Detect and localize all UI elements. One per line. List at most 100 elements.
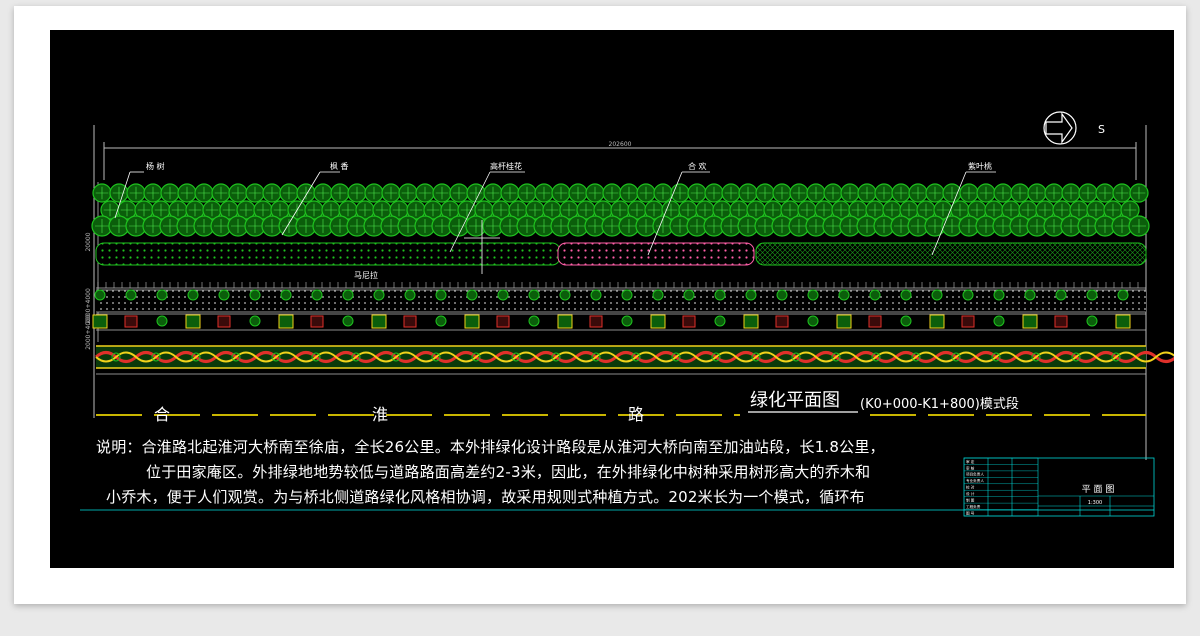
walkway-tree xyxy=(435,289,447,301)
tree-symbol xyxy=(228,183,248,203)
title-block-name: 平 面 图 xyxy=(1082,484,1115,495)
notes-line-3: 小乔木，便于人们观赏。为与桥北侧道路绿化风格相协调，故采用规则式种植方式。202… xyxy=(106,488,865,506)
strip-flower xyxy=(775,315,789,328)
walkway-tree xyxy=(497,289,509,301)
strip-shrub xyxy=(371,314,387,329)
notes-line-1: 说明：合淮路北起淮河大桥南至徐庙，全长26公里。本外排绿化设计路段是从淮河大桥向… xyxy=(96,438,885,456)
walkway-tree xyxy=(559,289,571,301)
tree-symbol xyxy=(364,183,384,203)
tree-symbol xyxy=(976,183,996,203)
tree-symbol xyxy=(619,183,639,203)
north-label: S xyxy=(1098,123,1105,136)
tree-symbol xyxy=(806,183,826,203)
strip-flower xyxy=(124,315,138,328)
strip-shrub xyxy=(92,314,108,329)
walkway-tree xyxy=(125,289,137,301)
walkway-tree xyxy=(249,289,261,301)
strip-flower xyxy=(1054,315,1068,328)
tree-symbol xyxy=(704,183,724,203)
walkway-tree xyxy=(94,289,106,301)
strip-shrub xyxy=(743,314,759,329)
fence-ticks xyxy=(96,282,1146,289)
walkway-tree xyxy=(714,289,726,301)
strip-tree xyxy=(435,315,447,327)
tree-symbol xyxy=(143,183,163,203)
tree-symbol xyxy=(925,183,945,203)
plant-label-osmanthus: 高杆桂花 xyxy=(490,161,522,171)
strip-shrub xyxy=(278,314,294,329)
walkway-tree xyxy=(683,289,695,301)
title-block: 平 面 图 1:300 xyxy=(963,457,1155,517)
tree-symbol xyxy=(177,183,197,203)
left-dim-3: 2000+4000 xyxy=(85,314,92,350)
left-dim-1: 20000 xyxy=(85,232,92,251)
strip-shrub xyxy=(185,314,201,329)
strip-tree xyxy=(528,315,540,327)
strip-tree xyxy=(621,315,633,327)
strip-shrub xyxy=(650,314,666,329)
tree-symbol xyxy=(1128,215,1150,237)
tree-symbol xyxy=(194,183,214,203)
strip-tree xyxy=(249,315,261,327)
walkway-tree xyxy=(993,289,1005,301)
tree-symbol xyxy=(1112,183,1132,203)
tree-symbol xyxy=(449,183,469,203)
tree-symbol xyxy=(330,183,350,203)
tree-symbol xyxy=(1027,183,1047,203)
strip-shrub xyxy=(929,314,945,329)
walkway-tree xyxy=(745,289,757,301)
title-block-row-label: 制 图 xyxy=(966,498,975,503)
north-arrow: S xyxy=(1043,111,1105,145)
image-frame: 202600 20000 2000+4000 2000+4000 S 杨 树 枫… xyxy=(14,6,1186,604)
tree-symbol xyxy=(772,183,792,203)
tree-symbol xyxy=(381,183,401,203)
road-char-1: 合 xyxy=(154,405,170,424)
strip-tree xyxy=(714,315,726,327)
plant-label-sweetgum: 枫 香 xyxy=(330,161,349,171)
strip-flower xyxy=(310,315,324,328)
walkway-tree xyxy=(373,289,385,301)
tree-symbol xyxy=(1010,183,1030,203)
dimension-text: 202600 xyxy=(609,141,632,148)
tree-symbol xyxy=(296,183,316,203)
plant-label-purple-peach: 紫叶桃 xyxy=(968,161,992,171)
tree-symbol xyxy=(1078,183,1098,203)
tree-symbol xyxy=(908,183,928,203)
strip-tree xyxy=(900,315,912,327)
tree-symbol xyxy=(687,183,707,203)
strip-tree xyxy=(156,315,168,327)
tree-symbol xyxy=(398,183,418,203)
walkway-tree xyxy=(280,289,292,301)
plant-label-poplar: 杨 树 xyxy=(146,161,165,171)
tree-symbol xyxy=(891,183,911,203)
wavy-hedge-band xyxy=(94,345,1174,369)
tree-symbol xyxy=(1095,183,1115,203)
tree-symbol xyxy=(500,183,520,203)
title-block-row-label: 专业负责人 xyxy=(966,478,984,483)
strip-tree xyxy=(807,315,819,327)
tree-symbol xyxy=(1129,183,1149,203)
strip-tree xyxy=(1086,315,1098,327)
strip-shrub xyxy=(464,314,480,329)
walkway-tree xyxy=(528,289,540,301)
tree-symbol xyxy=(160,183,180,203)
tree-symbol xyxy=(602,183,622,203)
strip-tree xyxy=(993,315,1005,327)
walkway-tree xyxy=(776,289,788,301)
strip-flower xyxy=(961,315,975,328)
strip-flower xyxy=(868,315,882,328)
tree-symbol xyxy=(789,183,809,203)
tree-symbol xyxy=(517,183,537,203)
strip-flower xyxy=(403,315,417,328)
tree-symbol xyxy=(432,183,452,203)
title-block-row-label: 设 计 xyxy=(966,491,975,496)
strip-shrub xyxy=(836,314,852,329)
walkway-tree xyxy=(869,289,881,301)
tree-symbol xyxy=(823,183,843,203)
walkway-tree xyxy=(807,289,819,301)
strip-shrub xyxy=(557,314,573,329)
tree-canopy-rows xyxy=(91,183,1150,237)
walkway-tree xyxy=(931,289,943,301)
walkway-tree xyxy=(1055,289,1067,301)
tree-symbol xyxy=(874,183,894,203)
